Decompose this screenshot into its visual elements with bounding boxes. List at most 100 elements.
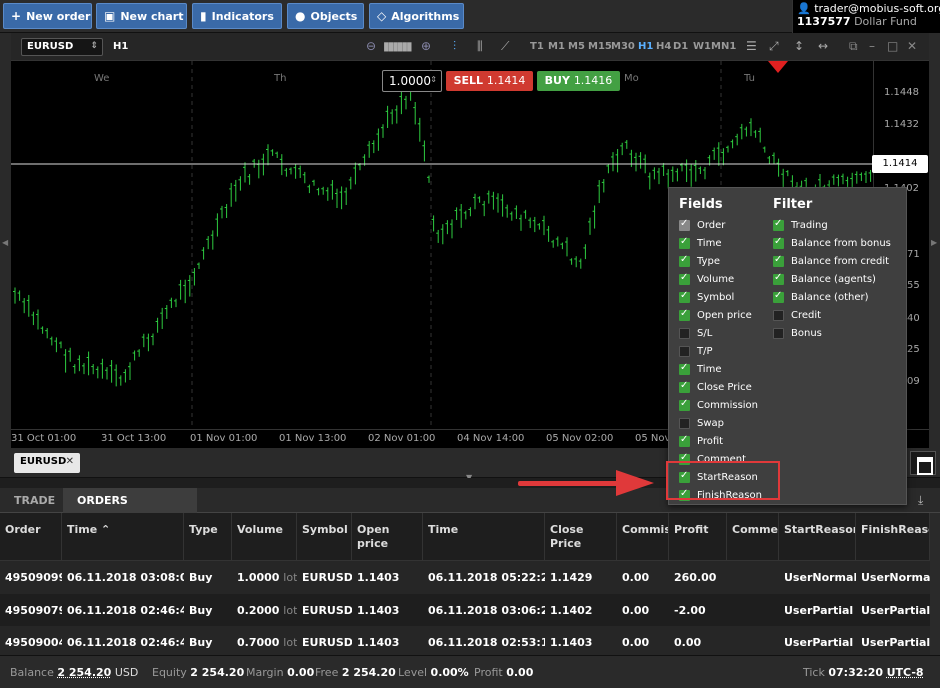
column-header[interactable]: Commen: [727, 513, 779, 561]
indicators-button[interactable]: ▮ Indicators: [192, 3, 282, 29]
column-header[interactable]: Time: [423, 513, 545, 561]
column-header[interactable]: Commis: [617, 513, 669, 561]
filter-option[interactable]: Balance (other): [773, 288, 891, 306]
account-info[interactable]: 👤 trader@mobius-soft.org 1137577 Dollar …: [792, 0, 940, 33]
timeframe-h4[interactable]: H4: [656, 41, 671, 52]
column-header[interactable]: Order: [0, 513, 62, 561]
filter-option[interactable]: Credit: [773, 306, 891, 324]
table-scrollbar[interactable]: [930, 513, 940, 655]
algorithms-button[interactable]: ◇ Algorithms: [369, 3, 464, 29]
field-option[interactable]: Open price: [679, 306, 762, 324]
checkbox-icon[interactable]: [773, 256, 784, 267]
left-collapse-bar[interactable]: ◀: [0, 33, 11, 448]
checkbox-icon[interactable]: [773, 238, 784, 249]
checkbox-icon[interactable]: [679, 364, 690, 375]
timeframe-h1[interactable]: H1: [638, 41, 653, 52]
minimize-icon[interactable]: –: [869, 39, 875, 53]
checkbox-icon[interactable]: [679, 310, 690, 321]
draw-line-icon[interactable]: ⤢: [769, 39, 779, 54]
vertical-line-icon[interactable]: ↕: [794, 39, 804, 53]
field-option[interactable]: Symbol: [679, 288, 762, 306]
column-header[interactable]: Volume: [232, 513, 297, 561]
checkbox-icon[interactable]: [679, 382, 690, 393]
download-icon[interactable]: ⤓: [918, 493, 923, 508]
timeframe-m30[interactable]: M30: [611, 41, 635, 52]
zoom-slider[interactable]: ▮▮▮▮▮▮: [383, 39, 411, 53]
maximize-icon[interactable]: □: [887, 39, 898, 53]
checkbox-icon[interactable]: [679, 292, 690, 303]
filter-option[interactable]: Balance (agents): [773, 270, 891, 288]
filter-option[interactable]: Balance from bonus: [773, 234, 891, 252]
timeframe-d1[interactable]: D1: [673, 41, 688, 52]
timeframe-m5[interactable]: M5: [568, 41, 585, 52]
checkbox-icon[interactable]: [679, 274, 690, 285]
filter-option[interactable]: Balance from credit: [773, 252, 891, 270]
checkbox-icon[interactable]: [679, 238, 690, 249]
horizontal-line-icon[interactable]: ↔: [818, 39, 828, 53]
checkbox-icon[interactable]: [679, 328, 690, 339]
new-order-button[interactable]: + New order: [3, 3, 92, 29]
line-chart-type-icon[interactable]: ⟋: [501, 39, 509, 54]
tab-trade[interactable]: TRADE: [0, 488, 69, 513]
checkbox-icon[interactable]: [773, 220, 784, 231]
tab-orders-history[interactable]: ORDERS HISTORY: [63, 488, 197, 513]
field-option[interactable]: Type: [679, 252, 762, 270]
event-marker-icon[interactable]: [768, 61, 788, 73]
close-tab-icon[interactable]: ✕: [66, 456, 74, 467]
popout-icon[interactable]: ⧉: [849, 39, 858, 54]
settings-lines-icon[interactable]: ☰: [746, 39, 757, 53]
field-option[interactable]: S/L: [679, 324, 762, 342]
checkbox-icon[interactable]: [679, 220, 690, 231]
checkbox-icon[interactable]: [773, 310, 784, 321]
zoom-in-icon[interactable]: ⊕: [421, 39, 431, 53]
sell-button[interactable]: SELL 1.1414: [446, 71, 533, 91]
timeframe-w1[interactable]: W1: [693, 41, 711, 52]
bar-chart-type-icon[interactable]: ⫶: [453, 39, 456, 54]
checkbox-icon[interactable]: [679, 400, 690, 411]
checkbox-icon[interactable]: [679, 436, 690, 447]
checkbox-icon[interactable]: [773, 274, 784, 285]
timezone-selector[interactable]: UTC-8: [887, 666, 924, 679]
field-option[interactable]: Time: [679, 234, 762, 252]
field-option[interactable]: Volume: [679, 270, 762, 288]
checkbox-icon[interactable]: [773, 292, 784, 303]
field-option[interactable]: Close Price: [679, 378, 762, 396]
symbol-selector[interactable]: EURUSD: [21, 38, 103, 56]
field-option[interactable]: Time: [679, 360, 762, 378]
field-option[interactable]: Commission: [679, 396, 762, 414]
filter-option[interactable]: Bonus: [773, 324, 891, 342]
column-header[interactable]: FinishReason: [856, 513, 930, 561]
quantity-input[interactable]: 1.0000 ⇕: [382, 70, 442, 92]
objects-button[interactable]: ● Objects: [287, 3, 364, 29]
chart-tab-eurusd[interactable]: EURUSD ✕: [14, 453, 80, 473]
timeframe-m1[interactable]: M1: [548, 41, 565, 52]
table-row[interactable]: 49509099 06.11.2018 03:08:05 Buy 1.0000 lot…: [0, 561, 930, 594]
checkbox-icon[interactable]: [679, 346, 690, 357]
column-header[interactable]: Symbol: [297, 513, 352, 561]
new-chart-button[interactable]: ▣ New chart: [96, 3, 187, 29]
candle-chart-type-icon[interactable]: ⫼: [477, 39, 483, 54]
checkbox-icon[interactable]: [679, 256, 690, 267]
table-row[interactable]: 49509004 06.11.2018 02:46:48 Buy 0.7000 lot…: [0, 626, 930, 655]
buy-button[interactable]: BUY 1.1416: [537, 71, 620, 91]
column-header[interactable]: Profit: [669, 513, 727, 561]
zoom-out-icon[interactable]: ⊖: [366, 39, 376, 53]
field-option[interactable]: T/P: [679, 342, 762, 360]
field-option[interactable]: Order: [679, 216, 762, 234]
stepper-icon[interactable]: ⇕: [430, 75, 437, 84]
field-option[interactable]: Profit: [679, 432, 762, 450]
timeframe-m15[interactable]: M15: [588, 41, 612, 52]
checkbox-icon[interactable]: [773, 328, 784, 339]
layout-toggle-button[interactable]: [910, 451, 936, 475]
column-header[interactable]: Close Price: [545, 513, 617, 561]
timeframe-t1[interactable]: T1: [530, 41, 544, 52]
column-header[interactable]: Open price: [352, 513, 423, 561]
column-header[interactable]: Time ⌃: [62, 513, 184, 561]
timeframe-mn1[interactable]: MN1: [711, 41, 736, 52]
checkbox-icon[interactable]: [679, 418, 690, 429]
table-row[interactable]: 49509079 06.11.2018 02:46:48 Buy 0.2000 lot…: [0, 594, 930, 627]
close-icon[interactable]: ✕: [907, 39, 917, 53]
right-collapse-bar[interactable]: ▶: [929, 33, 940, 448]
filter-option[interactable]: Trading: [773, 216, 891, 234]
column-header[interactable]: StartReason: [779, 513, 856, 561]
